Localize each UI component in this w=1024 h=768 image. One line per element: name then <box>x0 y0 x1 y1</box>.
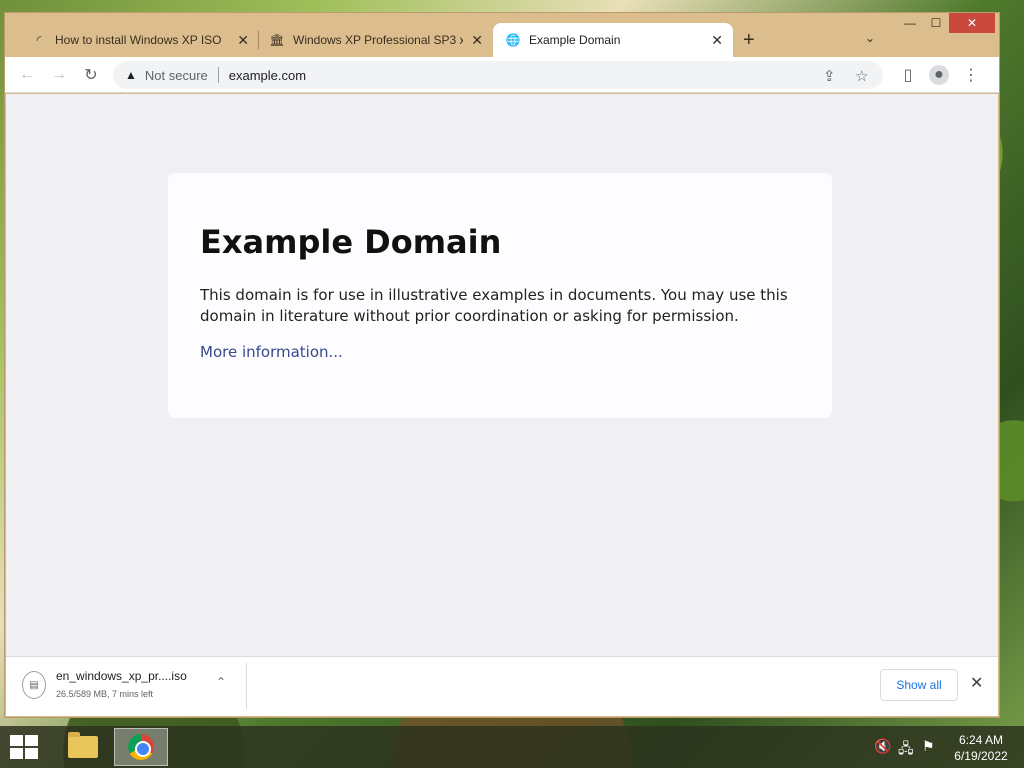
speaker-muted-icon[interactable]: 🔇 <box>874 738 891 755</box>
security-label: Not secure <box>144 67 208 83</box>
tab-how-to-install[interactable]: ◜ How to install Windows XP ISO c ✕ <box>19 23 259 57</box>
spinner-icon: ◜ <box>36 33 42 47</box>
forward-arrow-icon[interactable]: → <box>49 65 69 85</box>
download-file-name: en_windows_xp_pr....iso <box>56 669 187 683</box>
tab-windows-xp-professional[interactable]: 🏛 Windows XP Professional SP3 x8 ✕ <box>257 23 493 57</box>
url-text[interactable]: example.com <box>229 68 306 83</box>
archive-building-icon: 🏛 <box>269 33 285 47</box>
warning-triangle-icon[interactable]: ▲ <box>125 68 137 82</box>
windows-start-icon[interactable] <box>10 735 38 759</box>
browser-toolbar: ← → ↻ ▲ Not secure example.com ⇪ ☆ ▯ ● ⋮ <box>5 57 999 93</box>
window-close-button[interactable]: ✕ <box>949 13 995 33</box>
file-explorer-button[interactable] <box>56 728 110 766</box>
page-viewport: Example Domain This domain is for use in… <box>6 94 998 656</box>
more-menu-icon[interactable]: ⋮ <box>961 65 981 85</box>
side-panel-icon[interactable]: ▯ <box>898 65 918 85</box>
share-icon[interactable]: ⇪ <box>823 67 836 85</box>
download-item[interactable]: ▤ en_windows_xp_pr....iso 26.5/589 MB, 7… <box>20 667 242 709</box>
download-divider <box>246 663 247 709</box>
browser-window: ◜ How to install Windows XP ISO c ✕ 🏛 Wi… <box>4 12 1000 718</box>
close-icon[interactable]: ✕ <box>471 32 483 49</box>
action-center-flag-icon[interactable]: ⚑ <box>922 738 935 755</box>
tab-title: Example Domain <box>529 33 621 47</box>
folder-icon <box>68 732 98 758</box>
back-arrow-icon[interactable]: ← <box>17 65 37 85</box>
page-heading: Example Domain <box>200 223 502 261</box>
network-icon[interactable]: 🖧 <box>898 738 914 762</box>
close-download-bar-icon[interactable]: ✕ <box>970 673 983 693</box>
star-icon[interactable]: ☆ <box>855 67 868 85</box>
tab-title: How to install Windows XP ISO c <box>55 33 225 47</box>
tab-search-button[interactable]: ⌄ <box>865 31 875 45</box>
download-status: 26.5/589 MB, 7 mins left <box>56 689 154 699</box>
globe-icon: 🌐 <box>505 33 521 47</box>
download-bar: ▤ en_windows_xp_pr....iso 26.5/589 MB, 7… <box>6 656 998 716</box>
tab-title: Windows XP Professional SP3 x8 <box>293 33 463 47</box>
clock-date: 6/19/2022 <box>954 749 1008 763</box>
show-all-button[interactable]: Show all <box>880 669 958 701</box>
taskbar: 🔇 🖧 ⚑ 6:24 AM 6/19/2022 <box>0 726 1024 768</box>
chrome-taskbar-button[interactable] <box>114 728 168 766</box>
content-card: Example Domain This domain is for use in… <box>168 173 832 418</box>
tab-strip: ◜ How to install Windows XP ISO c ✕ 🏛 Wi… <box>5 13 999 57</box>
address-divider <box>217 67 219 83</box>
close-icon[interactable]: ✕ <box>711 32 723 49</box>
file-icon: ▤ <box>22 671 46 699</box>
chevron-up-icon[interactable]: ⌃ <box>216 675 226 689</box>
tab-example-domain[interactable]: 🌐 Example Domain ✕ <box>493 23 733 57</box>
more-information-link[interactable]: More information... <box>200 343 343 361</box>
clock-time: 6:24 AM <box>958 733 1004 747</box>
chrome-icon <box>128 734 154 760</box>
reload-icon[interactable]: ↻ <box>81 65 101 85</box>
address-bar[interactable]: ▲ Not secure example.com ⇪ ☆ <box>113 61 883 89</box>
new-tab-button[interactable]: + <box>743 29 755 52</box>
minimize-button[interactable]: — <box>897 13 923 33</box>
maximize-button[interactable]: ☐ <box>923 13 949 33</box>
close-icon[interactable]: ✕ <box>237 32 249 49</box>
system-clock[interactable]: 6:24 AM 6/19/2022 <box>948 732 1014 764</box>
page-paragraph: This domain is for use in illustrative e… <box>200 286 788 325</box>
profile-avatar-icon[interactable]: ● <box>929 65 949 85</box>
